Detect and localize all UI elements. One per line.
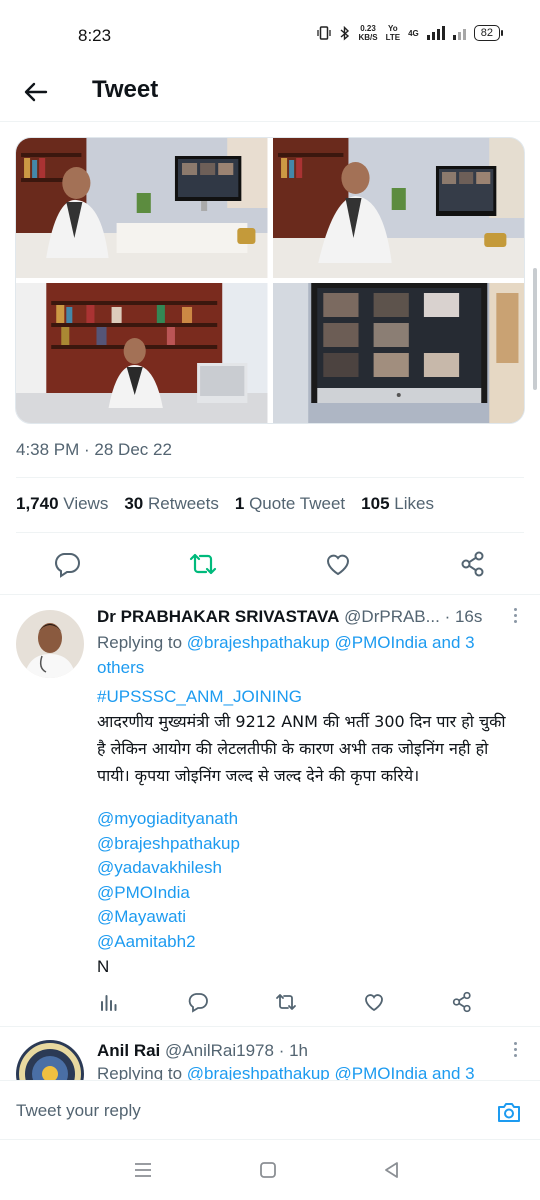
top-app-bar: Tweet bbox=[0, 62, 540, 122]
reply-body: आदरणीय मुख्यमंत्री जी 9212 ANM की भर्ती … bbox=[97, 712, 506, 785]
reply-last-line: N bbox=[97, 956, 110, 976]
divider bbox=[0, 594, 540, 595]
net-speed: 0.23 KB/S bbox=[358, 24, 378, 42]
reply-author-handle[interactable]: @AnilRai1978 bbox=[165, 1041, 274, 1060]
views-stat: 1,740 Views bbox=[16, 494, 109, 513]
back-nav-icon[interactable] bbox=[380, 1158, 404, 1182]
signal-icon bbox=[426, 26, 445, 40]
share-icon[interactable] bbox=[458, 549, 488, 579]
tweet-photo-2[interactable] bbox=[272, 138, 524, 278]
reply-icon[interactable] bbox=[186, 990, 210, 1014]
reply-hashtag-line: #UPSSSC_ANM_JOINING bbox=[97, 685, 517, 710]
reply-author-name[interactable]: Dr PRABHAKAR SRIVASTAVA bbox=[97, 607, 339, 626]
status-icons: 0.23 KB/S Yo LTE 4G 82 bbox=[316, 24, 504, 42]
network-type: 4G bbox=[408, 28, 419, 38]
more-options-icon[interactable] bbox=[512, 1042, 518, 1062]
bluetooth-icon bbox=[340, 25, 350, 41]
likes-stat[interactable]: 105 Likes bbox=[361, 494, 434, 514]
volte-indicator: Yo LTE bbox=[385, 24, 401, 42]
mention-link[interactable]: @Aamitabh2 bbox=[97, 930, 517, 955]
retweets-stat[interactable]: 30 Retweets bbox=[124, 494, 219, 514]
reply-composer bbox=[0, 1080, 540, 1140]
divider bbox=[16, 477, 524, 478]
mention-link[interactable]: @Mayawati bbox=[97, 905, 517, 930]
reply-actions bbox=[97, 990, 487, 1018]
vibrate-icon bbox=[317, 26, 332, 40]
mention-link[interactable]: @myogiadityanath bbox=[97, 807, 517, 832]
retweet-icon[interactable] bbox=[188, 549, 218, 579]
mention-link[interactable]: @PMOIndia bbox=[97, 881, 517, 906]
divider bbox=[0, 1026, 540, 1027]
reply-input[interactable] bbox=[16, 1097, 456, 1125]
battery-icon: 82 bbox=[473, 25, 504, 41]
status-bar: 8:23 0.23 KB/S Yo LTE 4G 82 bbox=[0, 0, 540, 70]
camera-icon[interactable] bbox=[496, 1099, 522, 1125]
reply-icon[interactable] bbox=[52, 549, 82, 579]
reply-mentions: @myogiadityanath @brajeshpathakup @yadav… bbox=[97, 807, 517, 979]
tweet-photo-1[interactable] bbox=[16, 138, 268, 278]
analytics-icon[interactable] bbox=[97, 990, 121, 1014]
status-time: 8:23 bbox=[78, 26, 112, 45]
tweet-media-grid bbox=[15, 137, 525, 424]
signal-icon-2 bbox=[452, 26, 466, 40]
retweet-icon[interactable] bbox=[274, 990, 298, 1014]
tweet-photo-4[interactable] bbox=[272, 283, 524, 423]
replying-to-links[interactable]: @brajeshpathakup @PMOIndia and 3 bbox=[187, 1064, 475, 1080]
tweet-timestamp: 4:38 PM · 28 Dec 22 bbox=[16, 440, 172, 459]
reply-author-name[interactable]: Anil Rai bbox=[97, 1041, 160, 1060]
like-icon[interactable] bbox=[323, 549, 353, 579]
page-title: Tweet bbox=[92, 76, 159, 103]
tweet-photo-3[interactable] bbox=[16, 283, 268, 423]
reply-time: · 16s bbox=[444, 607, 483, 626]
replying-to: Replying to @brajeshpathakup @PMOIndia a… bbox=[97, 633, 475, 677]
mention-link[interactable]: @brajeshpathakup bbox=[97, 832, 517, 857]
avatar[interactable] bbox=[16, 610, 84, 678]
scrollbar[interactable] bbox=[533, 268, 537, 390]
system-nav-bar bbox=[0, 1140, 540, 1200]
mention-link[interactable]: @yadavakhilesh bbox=[97, 856, 517, 881]
reply-time: · 1h bbox=[278, 1041, 308, 1060]
like-icon[interactable] bbox=[362, 990, 386, 1014]
reply-header: Dr PRABHAKAR SRIVASTAVA @DrPRAB... · 16s bbox=[97, 607, 482, 627]
hashtag-link[interactable]: #UPSSSC_ANM_JOINING bbox=[97, 687, 302, 706]
home-icon[interactable] bbox=[256, 1158, 280, 1182]
menu-icon[interactable] bbox=[131, 1158, 155, 1182]
tweet-stats: 1,740 Views 30 Retweets 1 Quote Tweet 10… bbox=[16, 494, 434, 514]
more-options-icon[interactable] bbox=[512, 608, 518, 628]
back-arrow-icon[interactable] bbox=[20, 76, 52, 108]
tweet-actions bbox=[0, 545, 540, 585]
quote-tweets-stat[interactable]: 1 Quote Tweet bbox=[235, 494, 345, 514]
reply-header: Anil Rai @AnilRai1978 · 1h bbox=[97, 1041, 308, 1061]
share-icon[interactable] bbox=[450, 990, 474, 1014]
replying-to: Replying to @brajeshpathakup @PMOIndia a… bbox=[97, 1062, 517, 1080]
divider bbox=[16, 532, 524, 533]
reply-author-handle[interactable]: @DrPRAB... bbox=[344, 607, 440, 626]
